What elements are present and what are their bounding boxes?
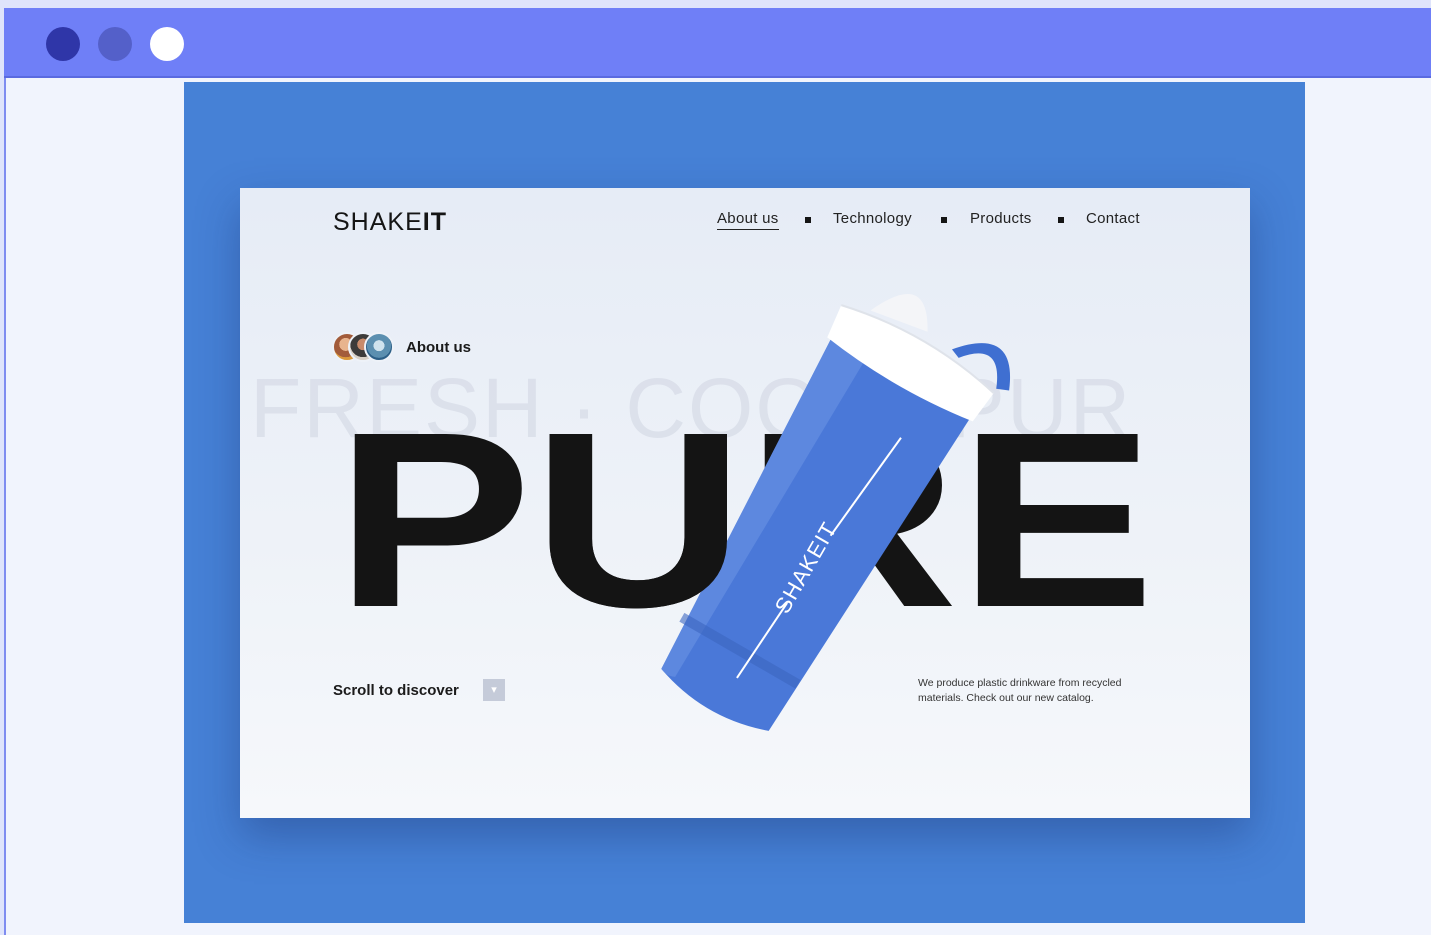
- window-title-bar: [4, 8, 1431, 78]
- tagline-text: We produce plastic drinkware from recycl…: [918, 677, 1122, 704]
- close-dot[interactable]: [46, 27, 80, 61]
- website-hero-card: SHAKEIT About us Technology Products Con…: [240, 188, 1250, 818]
- chevron-down-icon[interactable]: ▾: [483, 679, 505, 701]
- hero-graphic: PURE SHAKEIT PURE: [240, 188, 1250, 818]
- maximize-dot[interactable]: [150, 27, 184, 61]
- scroll-to-discover[interactable]: Scroll to discover: [333, 682, 459, 699]
- hero-svg: PURE SHAKEIT PURE: [335, 294, 1155, 731]
- minimize-dot[interactable]: [98, 27, 132, 61]
